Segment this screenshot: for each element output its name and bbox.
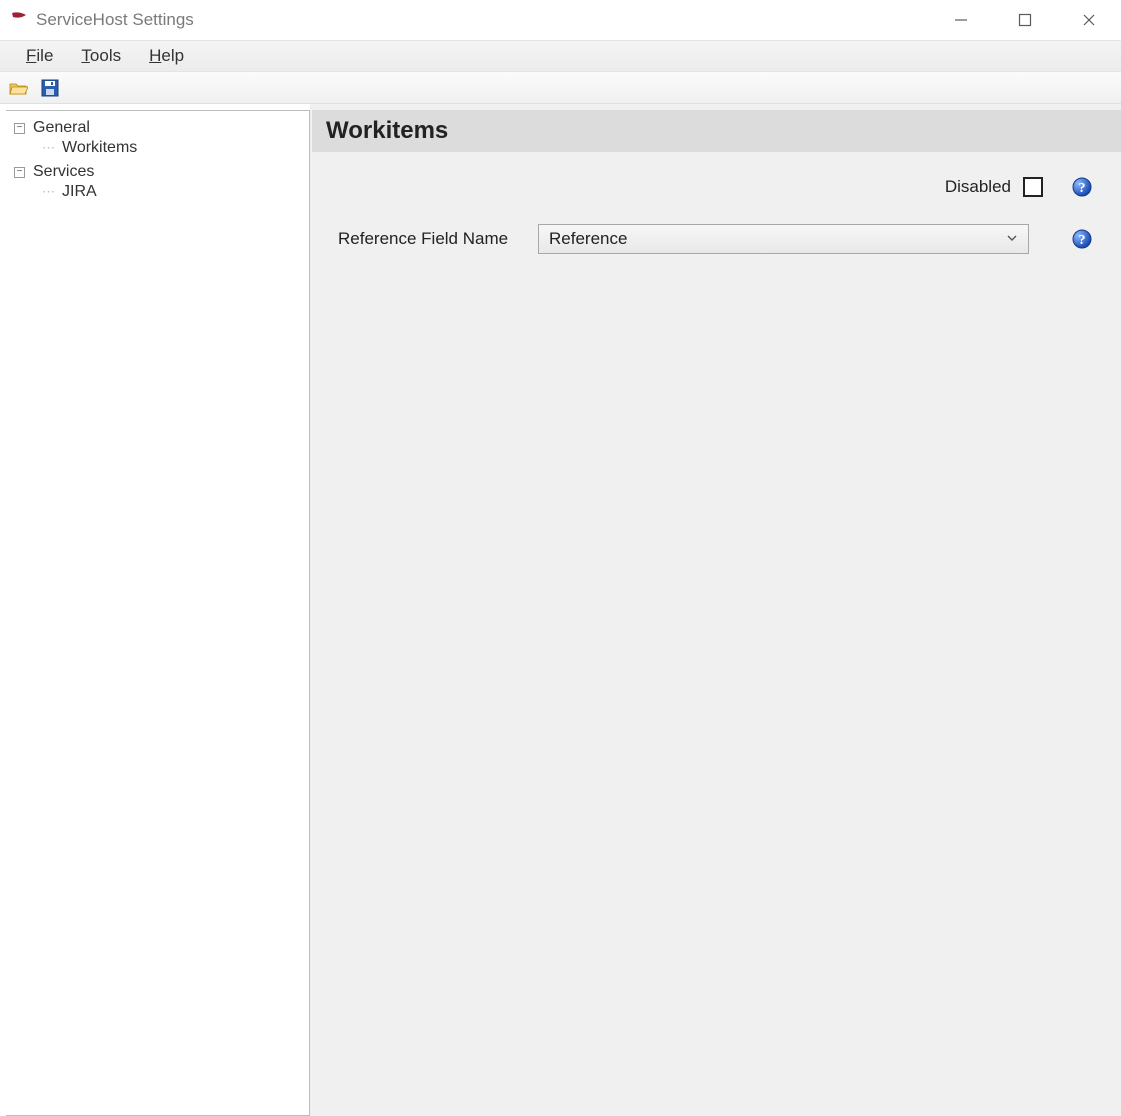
reference-field-row: Reference Field Name Reference ? xyxy=(338,224,1093,254)
content-panel: Workitems Disabled ? xyxy=(310,104,1121,1116)
tree-label-general: General xyxy=(33,119,90,137)
toolbar xyxy=(0,72,1121,104)
tree-node-general[interactable]: − General ⋯ Workitems xyxy=(14,117,305,161)
tree-branch-icon: ⋯ xyxy=(42,140,54,156)
app-icon xyxy=(8,9,30,31)
window-title: ServiceHost Settings xyxy=(36,10,194,30)
tree-node-workitems[interactable]: ⋯ Workitems xyxy=(32,137,305,159)
disabled-label: Disabled xyxy=(945,177,1011,197)
collapse-icon[interactable]: − xyxy=(14,167,25,178)
reference-field-value: Reference xyxy=(549,229,627,249)
help-icon[interactable]: ? xyxy=(1071,176,1093,198)
reference-field-label: Reference Field Name xyxy=(338,229,514,249)
menu-help[interactable]: Help xyxy=(135,42,198,70)
content-body: Disabled ? xyxy=(310,152,1121,1116)
minimize-button[interactable] xyxy=(929,0,993,40)
titlebar: ServiceHost Settings xyxy=(0,0,1121,40)
main-split: − General ⋯ Workitems − Services xyxy=(0,104,1121,1116)
tree-label-services: Services xyxy=(33,163,94,181)
collapse-icon[interactable]: − xyxy=(14,123,25,134)
close-button[interactable] xyxy=(1057,0,1121,40)
disabled-row: Disabled ? xyxy=(338,176,1093,198)
save-button[interactable] xyxy=(38,76,62,100)
nav-tree: − General ⋯ Workitems − Services xyxy=(6,110,310,1116)
svg-text:?: ? xyxy=(1079,181,1086,196)
disabled-checkbox[interactable] xyxy=(1023,177,1043,197)
menu-file[interactable]: File xyxy=(12,42,67,70)
reference-field-combo[interactable]: Reference xyxy=(538,224,1029,254)
maximize-button[interactable] xyxy=(993,0,1057,40)
tree-label-workitems: Workitems xyxy=(62,139,137,157)
window-controls xyxy=(929,0,1121,40)
tree-label-jira: JIRA xyxy=(62,183,97,201)
content-header: Workitems xyxy=(312,110,1121,152)
svg-text:?: ? xyxy=(1079,233,1086,248)
tree-node-services[interactable]: − Services ⋯ JIRA xyxy=(14,161,305,205)
tree-branch-icon: ⋯ xyxy=(42,184,54,200)
tree-node-jira[interactable]: ⋯ JIRA xyxy=(32,181,305,203)
menu-tools[interactable]: Tools xyxy=(67,42,135,70)
open-button[interactable] xyxy=(6,76,30,100)
help-icon[interactable]: ? xyxy=(1071,228,1093,250)
menubar: File Tools Help xyxy=(0,40,1121,72)
chevron-down-icon xyxy=(1006,229,1018,249)
